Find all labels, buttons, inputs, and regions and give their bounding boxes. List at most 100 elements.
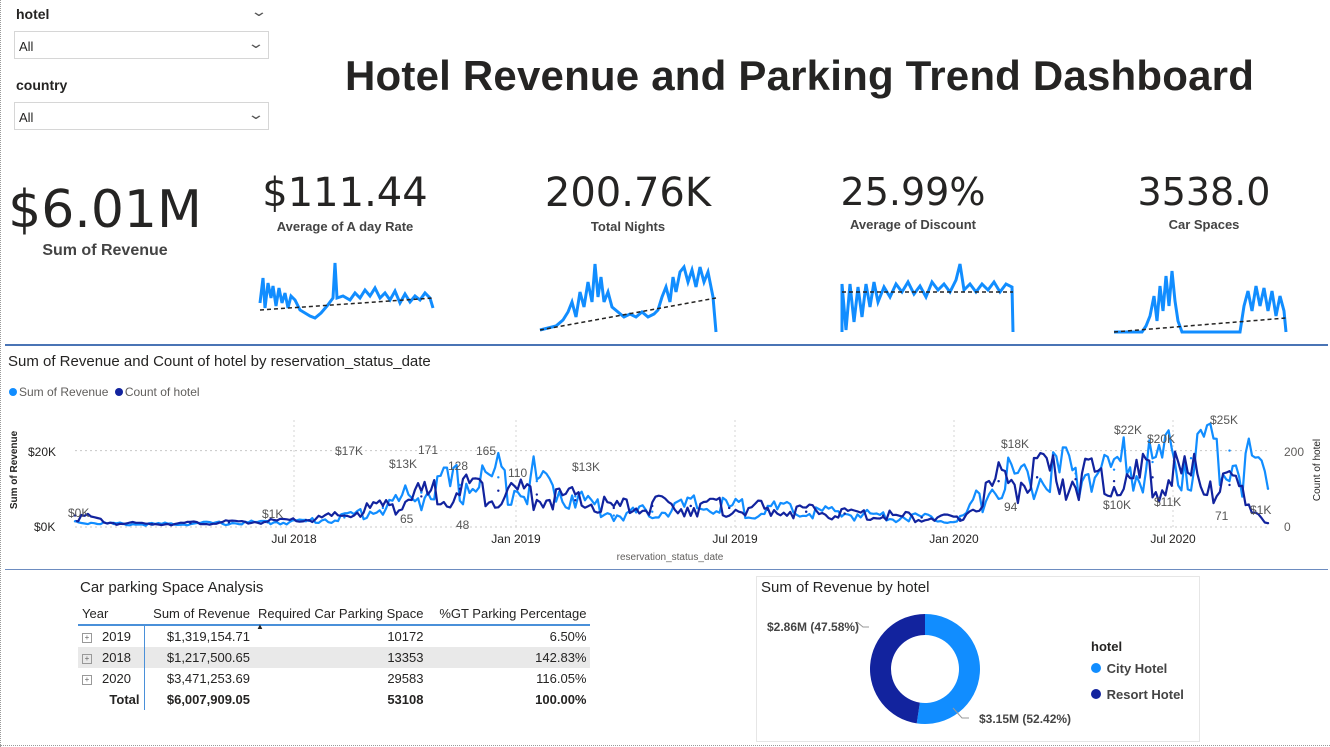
- row-percentage: 6.50%: [549, 629, 587, 644]
- data-point-count: [189, 521, 192, 525]
- legend-item-count[interactable]: Count of hotel: [114, 385, 200, 399]
- dashboard-title: Hotel Revenue and Parking Trend Dashboar…: [345, 52, 1255, 99]
- data-point-revenue: [1228, 449, 1231, 452]
- data-point-count: [304, 518, 308, 522]
- legend-item-city-hotel[interactable]: City Hotel: [1091, 661, 1167, 676]
- data-point-revenue: [574, 495, 577, 498]
- row-year: 2019: [102, 629, 131, 644]
- y-tick-label: $20K: [28, 445, 56, 459]
- x-tick-label: Jul 2018: [271, 532, 317, 546]
- kpi-nights-label: Total Nights: [590, 219, 666, 234]
- discount-sparkline: [840, 263, 1015, 333]
- x-tick-label: Jan 2020: [929, 532, 979, 546]
- section-divider-bottom: [5, 569, 1328, 570]
- parking-matrix[interactable]: Year Sum of Revenue Required Car Parking…: [78, 602, 591, 710]
- y2-tick-label: 200: [1284, 445, 1304, 459]
- expand-icon[interactable]: +: [82, 654, 92, 664]
- data-point-count: [420, 495, 423, 498]
- data-label: 48: [456, 518, 470, 532]
- data-point-count: [612, 506, 615, 510]
- parking-sparkline-line: [1114, 270, 1288, 334]
- hotel-slicer-collapse-icon[interactable]: ⌄: [250, 3, 268, 20]
- line-chart-legend: Sum of Revenue Count of hotel: [9, 383, 200, 401]
- table-total-row: Total $6,007,909.05 53108 100.00%: [78, 689, 590, 710]
- column-header-parking[interactable]: Required Car Parking Space ▲: [254, 602, 427, 632]
- section-divider-top: [5, 344, 1328, 346]
- data-point-count: [574, 499, 577, 502]
- kpi-nights-card[interactable]: 200.76K Total Nights: [528, 170, 728, 234]
- column-header-revenue[interactable]: Sum of Revenue: [144, 602, 254, 625]
- donut-legend-title: hotel: [1091, 639, 1123, 654]
- kpi-discount-card[interactable]: 25.99% Average of Discount: [813, 170, 1013, 232]
- data-point-revenue: [420, 491, 423, 494]
- data-point-count: [497, 489, 500, 492]
- parking-sparkline: [1113, 270, 1288, 334]
- data-point-count: [728, 506, 731, 510]
- data-label: 94: [1004, 500, 1018, 514]
- x-tick-label: Jul 2020: [1150, 532, 1196, 546]
- data-point-count: [689, 504, 692, 508]
- legend-item-revenue[interactable]: Sum of Revenue: [9, 385, 108, 399]
- data-point-revenue: [1189, 457, 1193, 460]
- table-row[interactable]: +2018 $1,217,500.65 13353 142.83%: [78, 647, 591, 668]
- expand-icon[interactable]: +: [82, 633, 92, 643]
- expand-icon[interactable]: +: [82, 675, 92, 685]
- kpi-adr-label: Average of A day Rate: [276, 219, 414, 234]
- series-line-revenue: [74, 422, 1270, 527]
- data-label: $1K: [1250, 503, 1271, 517]
- nights-sparkline-line: [539, 263, 718, 333]
- data-label: $13K: [389, 457, 417, 471]
- y2-axis-title: Count of hotel: [1312, 439, 1323, 501]
- hotel-dropdown[interactable]: All ⌄: [14, 31, 269, 59]
- data-point-count: [881, 514, 885, 517]
- data-point-count: [381, 504, 385, 508]
- data-point-count: [766, 508, 769, 512]
- kpi-adr-value: $111.44: [262, 170, 428, 216]
- data-label: $0K: [68, 506, 89, 520]
- data-label: $25K: [1210, 413, 1238, 427]
- kpi-adr-card[interactable]: $111.44 Average of A day Rate: [245, 170, 445, 234]
- data-point-count: [1189, 474, 1193, 477]
- row-year: 2020: [102, 671, 131, 686]
- data-label: 110: [508, 466, 527, 480]
- data-point-revenue: [612, 514, 615, 517]
- data-label: 165: [476, 444, 496, 458]
- kpi-revenue-card[interactable]: $6.01M Sum of Revenue: [5, 180, 205, 260]
- data-point-count: [1266, 521, 1270, 525]
- data-point-count: [804, 510, 808, 513]
- data-point-count: [1035, 476, 1039, 479]
- data-point-count: [997, 479, 1000, 483]
- y2-tick-label: 0: [1284, 520, 1291, 534]
- kpi-nights-value: 200.76K: [544, 170, 712, 216]
- data-label: 171: [418, 443, 438, 457]
- line-chart-title: Sum of Revenue and Count of hotel by res…: [8, 353, 431, 370]
- data-point-count: [112, 521, 115, 525]
- data-point-revenue: [1112, 468, 1116, 471]
- kpi-discount-label: Average of Discount: [850, 217, 976, 232]
- y-axis-title: Sum of Revenue: [9, 430, 20, 509]
- data-point-count: [227, 521, 231, 524]
- data-point-count: [535, 493, 539, 496]
- row-revenue: $1,319,154.71: [166, 629, 250, 644]
- kpi-discount-value: 25.99%: [840, 170, 986, 214]
- country-dropdown[interactable]: All ⌄: [14, 102, 269, 130]
- revenue-count-line-chart[interactable]: Sum of Revenue Count of hotel $20K $0K 2…: [0, 400, 1330, 570]
- legend-item-resort-hotel[interactable]: Resort Hotel: [1091, 687, 1184, 702]
- nights-sparkline: [539, 263, 718, 333]
- kpi-revenue-label: Sum of Revenue: [42, 242, 168, 259]
- kpi-parking-label: Car Spaces: [1168, 217, 1240, 232]
- donut-slice-resort-hotel: [870, 614, 925, 724]
- table-row[interactable]: +2019 $1,319,154.71 10172 6.50%: [78, 625, 590, 647]
- data-label: $11K: [1154, 495, 1181, 509]
- row-parking: 10172: [387, 629, 424, 644]
- column-header-percentage[interactable]: %GT Parking Percentage: [427, 602, 590, 625]
- data-point-count: [150, 522, 154, 526]
- row-revenue: $3,471,253.69: [166, 671, 250, 686]
- kpi-parking-card[interactable]: 3538.0 Car Spaces: [1104, 170, 1304, 232]
- row-percentage: 142.83%: [535, 650, 587, 665]
- column-header-year[interactable]: Year: [78, 602, 144, 625]
- data-label: $17K: [335, 444, 363, 458]
- kpi-parking-value: 3538.0: [1137, 170, 1271, 214]
- table-row[interactable]: +2020 $3,471,253.69 29583 116.05%: [78, 668, 590, 689]
- row-revenue: $1,217,500.65: [166, 650, 250, 665]
